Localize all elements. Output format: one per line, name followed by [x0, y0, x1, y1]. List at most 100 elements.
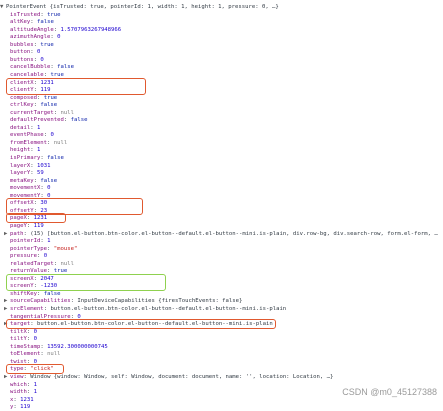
property-value: 1: [47, 238, 51, 245]
property-value: null: [60, 260, 75, 267]
separator: :: [26, 389, 34, 396]
property-key: width: [10, 389, 27, 396]
property-value: 0: [43, 253, 48, 260]
property-key: path: [10, 230, 24, 237]
property-value: (15) [button.el-button.btn-color.el-butt…: [30, 230, 438, 237]
property-value: "mouse": [53, 245, 78, 252]
highlight-clientXY: [6, 77, 146, 95]
separator: :: [26, 381, 34, 388]
separator: :: [26, 222, 34, 229]
property-key: pageY: [10, 222, 27, 229]
property-key: altKey: [10, 19, 31, 26]
property-key: metaKey: [10, 177, 34, 184]
property-key: tiltY: [10, 336, 27, 343]
property-value: 0: [36, 49, 41, 56]
separator: :: [47, 139, 54, 146]
property-key: timeStamp: [10, 343, 41, 350]
property-key: toElement: [10, 351, 41, 358]
separator: :: [30, 162, 37, 169]
property-key: button: [10, 49, 31, 56]
property-key: which: [10, 381, 27, 388]
property-value: 1: [33, 389, 37, 396]
separator: :: [36, 94, 44, 101]
property-value: 1: [33, 381, 37, 388]
property-key: layerX: [10, 162, 31, 169]
property-value: false: [43, 290, 61, 297]
property-key: pointerId: [10, 238, 41, 245]
property-value: 119: [33, 222, 44, 229]
property-value: null: [53, 139, 68, 146]
property-value: {isTrusted: true, pointerId: 1, width: 1…: [49, 4, 279, 10]
separator: :: [30, 49, 37, 56]
property-key: eventPhase: [10, 132, 44, 139]
property-value: null: [47, 351, 61, 358]
property-value: false: [40, 177, 58, 184]
property-value: 0: [33, 328, 37, 335]
property-value: true: [40, 41, 54, 48]
property-value: InputDeviceCapabilities {firesTouchEvent…: [77, 298, 243, 305]
property-value: 0: [40, 56, 44, 63]
highlight-screenXY: [6, 273, 166, 291]
property-value: Window {window: Window, self: Window, do…: [30, 373, 334, 380]
property-key: view: [10, 373, 24, 380]
property-value: 1: [36, 147, 41, 154]
property-key: bubbles: [10, 41, 34, 48]
devtools-console-output: ▼ PointerEvent {isTrusted: true, pointerI…: [0, 0, 443, 410]
separator: :: [36, 290, 44, 297]
property-key: detail: [10, 124, 31, 131]
property-value: true: [47, 11, 61, 18]
property-value: 0: [50, 132, 54, 139]
property-value: null: [60, 109, 75, 116]
property-key: isTrusted: [10, 11, 41, 18]
highlight-target: [6, 319, 276, 329]
highlight-type: [6, 364, 64, 374]
property-key: azimuthAngle: [10, 34, 51, 41]
watermark: CSDN @m0_45127388: [342, 387, 437, 397]
separator: :: [53, 26, 61, 33]
property-key: PointerEvent: [6, 4, 47, 10]
property-value: false: [70, 117, 88, 124]
property-key: srcElement: [10, 306, 44, 312]
separator: :: [30, 19, 37, 26]
property-key: height: [10, 147, 31, 154]
property-value: 1.5707963267948966: [60, 26, 122, 33]
separator: :: [26, 328, 34, 335]
separator: :: [30, 170, 37, 177]
property-key: ctrlKey: [10, 102, 34, 109]
property-value: 0: [33, 336, 37, 343]
separator: :: [53, 260, 61, 267]
property-key: buttons: [10, 56, 34, 63]
property-key: tiltX: [10, 328, 27, 335]
property-key: cancelBubble: [10, 64, 51, 71]
property-key: movementX: [10, 185, 41, 192]
property-row[interactable]: ▶ path: (15) [button.el-button.btn-color.…: [0, 230, 438, 238]
property-value: 0: [47, 185, 51, 192]
property-key: currentTarget: [10, 109, 54, 116]
property-key: composed: [10, 94, 37, 101]
property-key: pointerType: [10, 245, 48, 252]
property-value: 119: [20, 404, 31, 411]
separator: :: [26, 336, 34, 343]
property-key: sourceCapabilities: [10, 298, 71, 305]
property-key: pressure: [10, 253, 37, 260]
property-key: isPrimary: [10, 155, 41, 161]
property-value: false: [47, 155, 64, 161]
property-row: y: 119: [0, 403, 30, 411]
property-value: 1031: [36, 162, 51, 169]
property-key: fromElement: [10, 139, 48, 146]
property-value: false: [40, 102, 58, 109]
property-value: 1: [36, 124, 41, 131]
property-row[interactable]: ▶ view: Window {window: Window, self: Win…: [0, 373, 333, 381]
property-value: 59: [36, 170, 44, 177]
separator: :: [30, 147, 37, 154]
property-value: false: [57, 64, 75, 71]
property-value: button.el-button.btn-color.el-button--de…: [50, 306, 287, 312]
property-key: shiftKey: [10, 290, 37, 297]
separator: :: [63, 117, 71, 124]
separator: :: [53, 109, 61, 116]
separator: :: [47, 245, 54, 252]
highlight-pageX: [6, 213, 66, 223]
property-key: layerY: [10, 170, 31, 177]
separator: :: [13, 404, 21, 411]
separator: :: [36, 253, 44, 260]
